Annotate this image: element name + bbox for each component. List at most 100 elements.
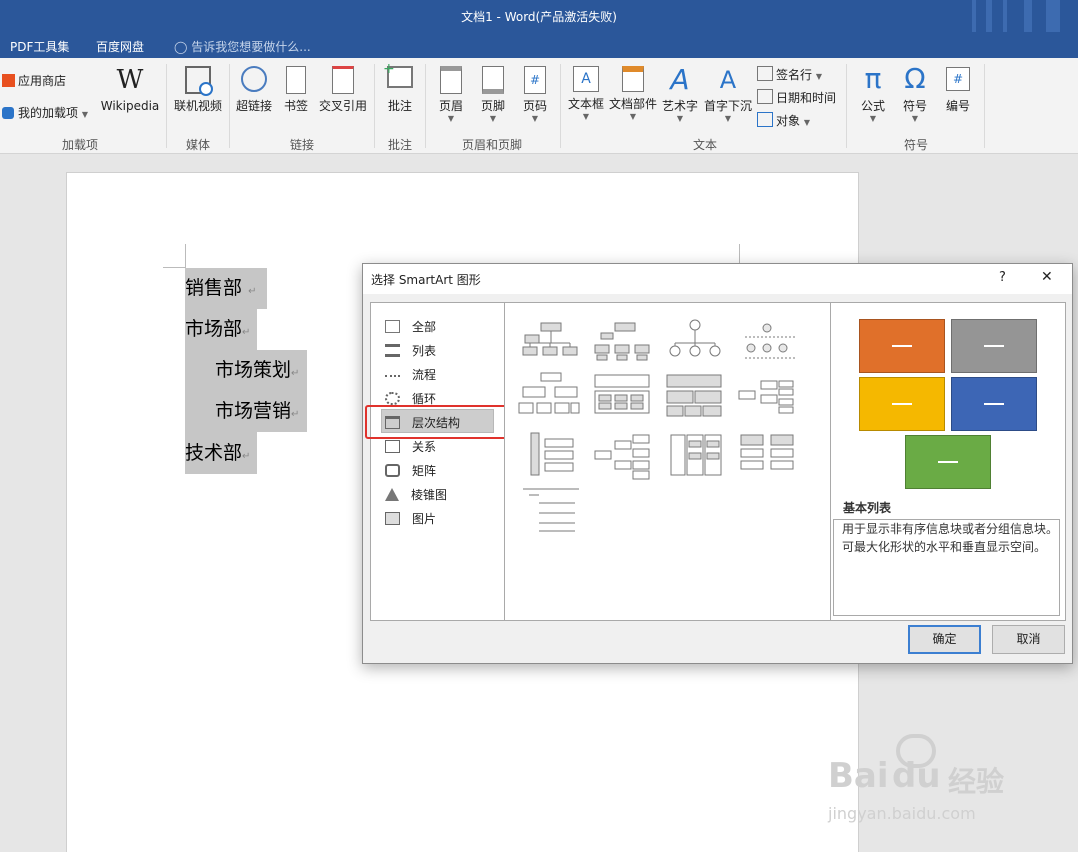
drop-cap-button[interactable]: A 首字下沉 ▼: [702, 66, 754, 123]
category-item-process[interactable]: 流程: [385, 366, 436, 383]
layout-thumbnail-circle-org-chart[interactable]: [669, 319, 721, 357]
layout-thumbnail-labeled-hierarchy[interactable]: [745, 323, 795, 359]
ribbon-tab-bar: PDF工具集 百度网盘 ◯ 告诉我您想要做什么...: [0, 32, 1078, 58]
category-item-cycle[interactable]: 循环: [385, 390, 436, 407]
signature-line-label: 签名行: [776, 68, 813, 82]
equation-button[interactable]: π 公式 ▼: [852, 64, 894, 124]
layout-thumbnail-org-chart[interactable]: [522, 322, 578, 356]
quick-parts-button[interactable]: 文档部件 ▼: [608, 66, 658, 121]
category-item-all[interactable]: 全部: [385, 318, 436, 335]
watermark-site-name: 经验: [948, 765, 1005, 798]
my-addins-button[interactable]: 我的加载项 ▼: [2, 104, 88, 121]
hyperlink-button[interactable]: 超链接: [232, 66, 276, 114]
chevron-down-icon: ▼: [724, 114, 732, 123]
preview-shape: [859, 319, 945, 373]
document-line[interactable]: 市场部↵: [185, 309, 257, 350]
online-video-button[interactable]: 联机视频: [170, 66, 226, 114]
category-label: 棱锥图: [411, 488, 448, 502]
online-video-icon: [185, 66, 213, 96]
header-button[interactable]: 页眉 ▼: [432, 66, 470, 123]
comment-label: 批注: [387, 99, 412, 113]
wordart-button[interactable]: A 艺术字 ▼: [660, 63, 700, 124]
wordart-label: 艺术字: [661, 99, 698, 113]
category-item-pyramid[interactable]: 棱锥图: [385, 486, 447, 503]
page-number-button[interactable]: # 页码 ▼: [516, 66, 554, 123]
chevron-down-icon: ▼: [447, 114, 455, 123]
window-title: 文档1 - Word(产品激活失败): [461, 10, 617, 24]
online-video-label: 联机视频: [173, 99, 222, 113]
tab-baidu-netdisk[interactable]: 百度网盘: [96, 38, 144, 55]
margin-corner-mark: [163, 267, 185, 268]
header-icon: [440, 66, 462, 94]
chevron-down-icon: ▼: [582, 112, 590, 121]
signature-line-button[interactable]: 签名行 ▼: [757, 66, 822, 83]
help-button[interactable]: ?: [999, 270, 1006, 285]
layout-thumbnail-horizontal-org-chart[interactable]: [738, 380, 794, 414]
layout-thumbnail-table-hierarchy[interactable]: [666, 374, 722, 417]
symbol-button[interactable]: Ω 符号 ▼: [894, 64, 936, 124]
layout-gallery-thumbnails: [518, 319, 795, 532]
preview-title: 基本列表: [843, 501, 892, 515]
category-item-hierarchy[interactable]: 层次结构: [385, 414, 460, 431]
textbox-label: 文本框: [567, 97, 604, 111]
textbox-icon: A: [573, 66, 599, 92]
line-text: 销售部: [185, 277, 243, 299]
group-label-links: 链接: [289, 138, 314, 152]
comment-button[interactable]: + 批注: [380, 62, 420, 114]
chevron-down-icon: ▼: [489, 114, 497, 123]
tell-me-box[interactable]: ◯ 告诉我您想要做什么...: [174, 38, 311, 55]
cancel-button[interactable]: 取消: [992, 625, 1065, 654]
category-label: 矩阵: [412, 464, 437, 478]
category-label: 流程: [412, 368, 437, 382]
line-text: 市场营销: [215, 400, 292, 422]
tab-pdf-tools[interactable]: PDF工具集: [10, 38, 69, 55]
group-label-header-footer: 页眉和页脚: [461, 138, 522, 152]
ok-button[interactable]: 确定: [908, 625, 981, 654]
group-label-media: 媒体: [185, 138, 210, 152]
layout-thumbnail-horizontal-hierarchy[interactable]: [594, 374, 650, 414]
close-button[interactable]: ✕: [1041, 269, 1053, 285]
app-store-button[interactable]: 应用商店: [2, 72, 66, 89]
textbox-button[interactable]: A 文本框 ▼: [566, 66, 606, 121]
page-number-label: 页码: [522, 99, 547, 113]
hyperlink-label: 超链接: [235, 99, 272, 113]
chevron-down-icon: ▼: [676, 114, 684, 123]
category-item-matrix[interactable]: 矩阵: [385, 462, 436, 479]
layout-thumbnail-lined-list[interactable]: [740, 434, 794, 470]
category-item-list[interactable]: 列表: [385, 342, 436, 359]
preview-shape: [951, 377, 1037, 431]
numbering-button[interactable]: # 编号: [936, 64, 980, 114]
document-line[interactable]: 销售部 ↵: [185, 268, 267, 309]
quick-parts-label: 文档部件: [608, 97, 657, 111]
matrix-icon: [385, 464, 400, 477]
paragraph-mark: ↵: [291, 409, 300, 420]
layout-thumbnail-hierarchy-list[interactable]: [670, 434, 722, 476]
layout-thumbnail-table-list[interactable]: [523, 488, 579, 532]
cycle-icon: [385, 392, 400, 405]
group-divider: [229, 64, 230, 148]
chevron-down-icon: ▼: [911, 114, 919, 123]
group-label-comments: 批注: [387, 138, 412, 152]
document-line[interactable]: 市场策划↵: [185, 350, 307, 391]
category-item-picture[interactable]: 图片: [385, 510, 436, 527]
document-line[interactable]: 技术部↵: [185, 432, 257, 474]
preview-shape: [859, 377, 945, 431]
date-time-button[interactable]: 日期和时间: [757, 89, 836, 106]
wordart-icon: A: [670, 63, 690, 96]
chevron-down-icon: ▼: [869, 114, 877, 123]
wikipedia-button[interactable]: W Wikipedia: [100, 66, 160, 113]
group-label-symbols: 符号: [903, 138, 928, 152]
cross-reference-button[interactable]: 交叉引用: [316, 66, 370, 114]
footer-button[interactable]: 页脚 ▼: [474, 66, 512, 123]
layout-thumbnail-hierarchy[interactable]: [518, 372, 580, 414]
layout-thumbnail-horizontal-labeled-hierarchy[interactable]: [594, 434, 650, 480]
object-button[interactable]: 对象 ▼: [757, 112, 810, 129]
category-item-relationship[interactable]: 关系: [385, 438, 436, 455]
addins-icon: [2, 107, 14, 119]
bookmark-button[interactable]: 书签: [280, 66, 312, 114]
paragraph-mark: ↵: [242, 327, 251, 338]
layout-thumbnail-name-title-org-chart[interactable]: [594, 322, 650, 361]
wikipedia-icon: W: [116, 65, 144, 95]
layout-thumbnail-vertical-bracket-list[interactable]: [530, 432, 574, 476]
document-line[interactable]: 市场营销↵: [185, 391, 307, 432]
